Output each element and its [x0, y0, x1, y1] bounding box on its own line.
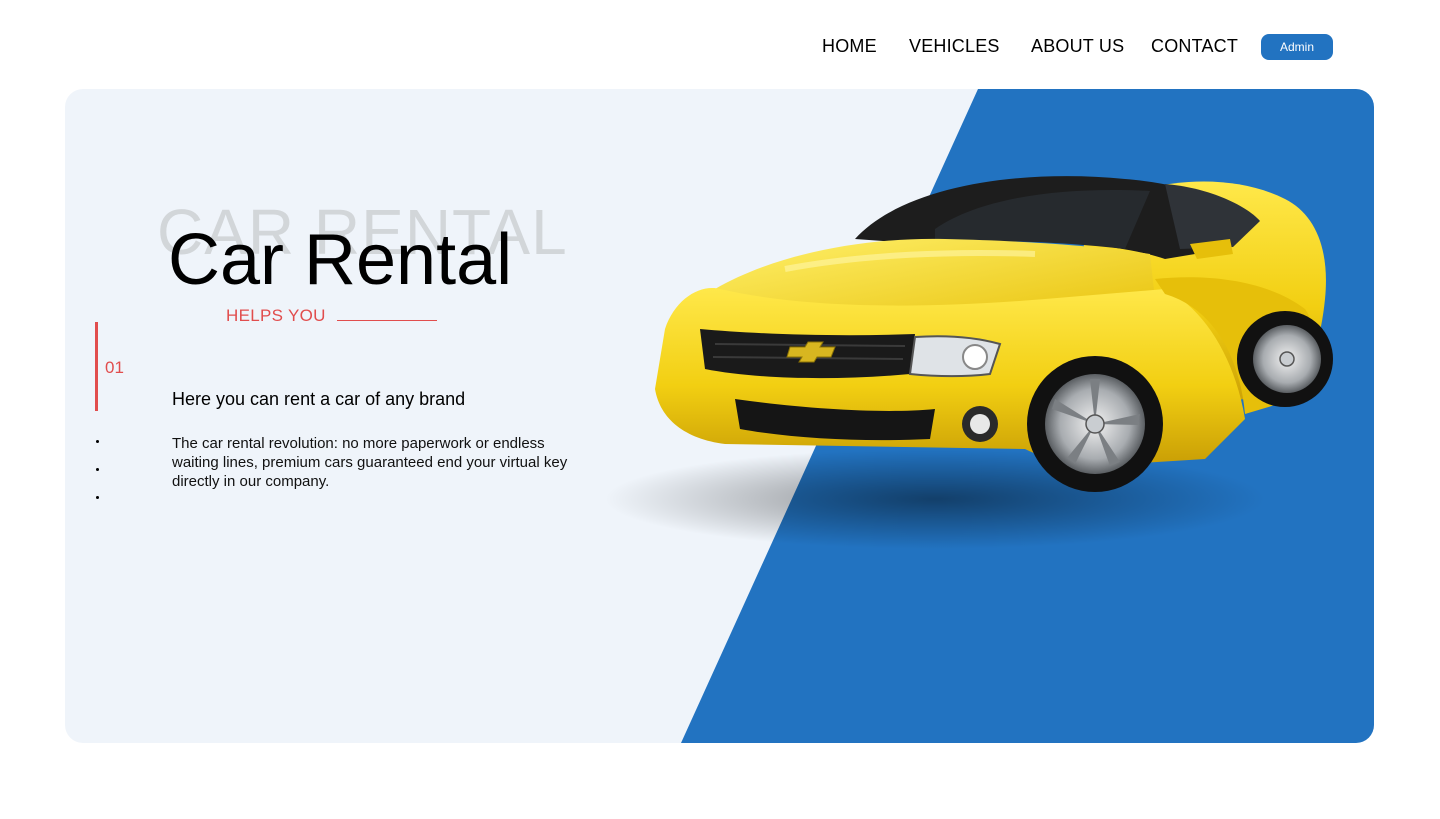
hero-description: The car rental revolution: no more paper… — [172, 435, 568, 490]
nav-about-us-link[interactable]: ABOUT US — [1031, 36, 1124, 57]
hero-subtitle: HELPS YOU — [226, 306, 326, 325]
slide-indicator-bar — [95, 322, 98, 411]
nav-home-link[interactable]: HOME — [822, 36, 877, 57]
nav-vehicles-link[interactable]: VEHICLES — [909, 36, 1000, 57]
page: HOME VEHICLES ABOUT US CONTACT Admin CAR… — [0, 0, 1440, 819]
slide-number: 01 — [105, 358, 124, 377]
slide-dot-2[interactable] — [96, 468, 99, 471]
top-navigation: HOME VEHICLES ABOUT US CONTACT Admin — [0, 0, 1440, 90]
hero-headline: Here you can rent a car of any brand — [172, 389, 466, 409]
hero-title: Car Rental — [168, 220, 513, 300]
hero-section: CAR RENTAL Car Rental HELPS YOU 01 Here … — [65, 89, 1374, 743]
car-image — [605, 176, 1333, 549]
admin-button[interactable]: Admin — [1261, 34, 1333, 60]
nav-contact-link[interactable]: CONTACT — [1151, 36, 1238, 57]
subtitle-underline — [337, 320, 437, 321]
slide-dot-1[interactable] — [96, 440, 99, 443]
slide-dot-3[interactable] — [96, 496, 99, 499]
